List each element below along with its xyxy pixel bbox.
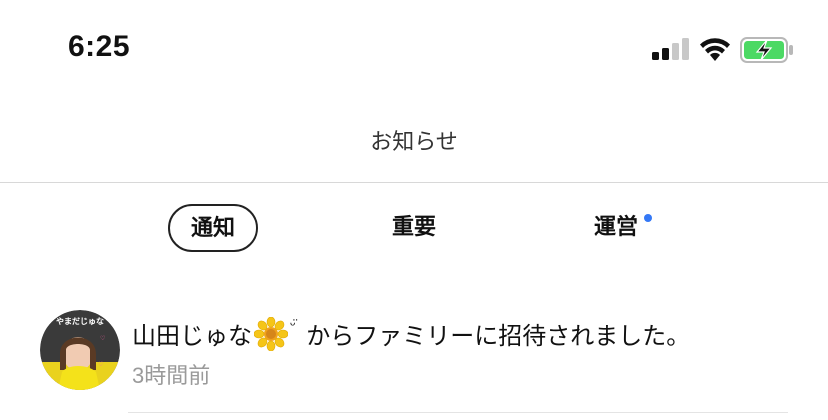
avatar-sticker-1: ♡ (100, 335, 105, 342)
header-divider (0, 182, 828, 183)
user-avatar-image[interactable]: やまだじゅな ♡ ♡ (40, 310, 120, 390)
tab-operations[interactable]: 運営 (586, 204, 652, 250)
tab-important[interactable]: 重要 (384, 204, 444, 250)
notification-message-text: からファミリーに招待されました。 (306, 323, 691, 350)
list-divider (128, 412, 788, 413)
page-title: お知らせ (370, 129, 458, 154)
unread-badge-dot (644, 214, 652, 222)
notification-time: 3時間前 (132, 363, 211, 388)
tab-bar: 通知 重要 運営 (0, 204, 828, 252)
avatar-sticker-2: ♡ (98, 361, 103, 368)
tab-operations-label: 運営 (593, 214, 638, 239)
tab-notifications[interactable]: 通知 (168, 204, 258, 252)
notification-item[interactable]: やまだじゅな ♡ ♡ 山田じゅな ᵕ̈ からファミリーに招待されました。 3時間… (40, 310, 800, 390)
notification-name-suffix: ᵕ̈ (290, 315, 297, 332)
wifi-icon (700, 38, 730, 61)
tab-notifications-label: 通知 (190, 215, 235, 240)
status-bar: 6:25 (0, 0, 828, 100)
cellular-signal-icon (652, 38, 689, 60)
sunflower-emoji-icon (254, 316, 288, 351)
avatar-overlay-text: やまだじゅな (56, 316, 104, 326)
tab-important-label: 重要 (391, 214, 436, 239)
status-time: 6:25 (68, 30, 131, 63)
notification-user-name: 山田じゅな (132, 323, 252, 350)
avatar-photo: やまだじゅな ♡ ♡ (40, 310, 120, 390)
notification-message: 山田じゅな ᵕ̈ からファミリーに招待されました。 (132, 316, 690, 351)
battery-charging-icon (740, 37, 793, 63)
